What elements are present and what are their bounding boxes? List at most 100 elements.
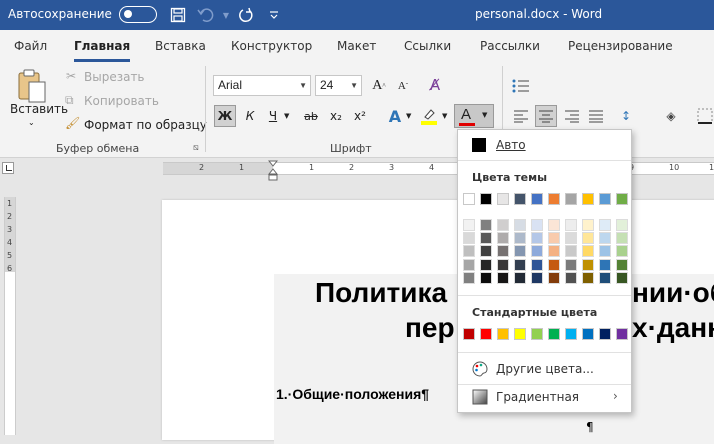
standard-color-swatch[interactable] [463,328,475,340]
theme-shade-swatch[interactable] [497,271,509,284]
theme-shade-swatch[interactable] [514,219,526,231]
theme-shade-swatch[interactable] [599,232,611,245]
theme-shade-swatch[interactable] [599,258,611,271]
theme-shade-swatch[interactable] [548,245,560,258]
tab-selector[interactable] [2,162,14,174]
theme-shade-swatch[interactable] [616,219,628,231]
theme-shade-swatch[interactable] [582,271,594,284]
theme-color-swatch[interactable] [565,193,577,205]
clipboard-launcher-icon[interactable]: ⧅ [193,143,199,153]
bold-button[interactable]: Ж [214,105,236,127]
underline-button[interactable]: Ч [264,105,282,127]
standard-color-swatch[interactable] [565,328,577,340]
tab-3[interactable]: Конструктор [231,39,312,53]
auto-color-item[interactable]: Авто [458,134,631,156]
bullets-icon[interactable] [510,75,532,97]
theme-shade-swatch[interactable] [599,245,611,258]
paste-icon[interactable] [12,66,52,106]
paste-dropdown-icon[interactable]: ⌄ [28,118,35,127]
theme-color-swatch[interactable] [599,193,611,205]
theme-shade-swatch[interactable] [565,271,577,284]
theme-shade-swatch[interactable] [531,232,543,245]
highlight-icon[interactable] [418,105,440,127]
document-title-line1-end[interactable]: нии·об [632,277,714,309]
align-left-icon[interactable] [510,105,532,127]
font-color-button[interactable]: A ▼ [454,104,494,128]
theme-color-swatch[interactable] [616,193,628,205]
theme-shade-swatch[interactable] [616,232,628,245]
align-right-icon[interactable] [561,105,583,127]
theme-color-swatch[interactable] [548,193,560,205]
theme-color-swatch[interactable] [531,193,543,205]
standard-color-swatch[interactable] [497,328,509,340]
theme-shade-swatch[interactable] [565,245,577,258]
theme-shade-swatch[interactable] [616,258,628,271]
theme-shade-swatch[interactable] [565,258,577,271]
gradient-item[interactable]: Градиентная › [458,386,631,408]
theme-shade-swatch[interactable] [548,232,560,245]
autosave-toggle[interactable] [119,6,157,23]
theme-shade-swatch[interactable] [565,232,577,245]
theme-shade-swatch[interactable] [599,219,611,231]
clear-formatting-icon[interactable]: A̸ [424,74,446,96]
save-icon[interactable] [168,5,188,25]
tab-6[interactable]: Рассылки [480,39,540,53]
theme-shade-swatch[interactable] [582,245,594,258]
theme-shade-swatch[interactable] [480,232,492,245]
theme-shade-swatch[interactable] [582,219,594,231]
theme-shade-swatch[interactable] [463,271,475,284]
standard-color-swatch[interactable] [616,328,628,340]
theme-color-swatch[interactable] [514,193,526,205]
tab-0[interactable]: Файл [14,39,47,53]
redo-icon[interactable] [236,5,256,25]
italic-button[interactable]: К [240,105,260,127]
cut-button[interactable]: Вырезать [84,70,145,84]
justify-icon[interactable] [585,105,607,127]
theme-shade-swatch[interactable] [582,232,594,245]
tab-1[interactable]: Главная [74,39,131,62]
document-heading[interactable]: 1.·Общие·положения¶ [276,386,429,402]
standard-color-swatch[interactable] [480,328,492,340]
theme-shade-swatch[interactable] [616,245,628,258]
document-title-line1[interactable]: Политика [315,277,447,309]
document-title-line2-end[interactable]: х·данн [632,312,714,344]
theme-shade-swatch[interactable] [548,219,560,231]
more-colors-item[interactable]: Другие цвета... [458,358,631,380]
paste-label[interactable]: Вставить [10,102,68,116]
text-effects-dropdown-icon[interactable]: ▼ [406,112,411,120]
theme-shade-swatch[interactable] [514,232,526,245]
superscript-button[interactable]: x² [350,105,370,127]
theme-shade-swatch[interactable] [514,258,526,271]
standard-color-swatch[interactable] [531,328,543,340]
subscript-button[interactable]: x₂ [326,105,346,127]
undo-icon[interactable] [196,5,216,25]
theme-shade-swatch[interactable] [616,271,628,284]
borders-icon[interactable] [694,105,714,127]
align-center-icon[interactable] [535,105,557,127]
theme-shade-swatch[interactable] [497,258,509,271]
theme-shade-swatch[interactable] [463,245,475,258]
theme-shade-swatch[interactable] [480,258,492,271]
theme-color-swatch[interactable] [497,193,509,205]
theme-shade-swatch[interactable] [531,245,543,258]
theme-shade-swatch[interactable] [463,219,475,231]
tab-4[interactable]: Макет [337,39,376,53]
line-spacing-icon[interactable]: ↕ [615,105,637,127]
theme-shade-swatch[interactable] [514,245,526,258]
theme-color-swatch[interactable] [463,193,475,205]
theme-shade-swatch[interactable] [514,271,526,284]
theme-shade-swatch[interactable] [480,271,492,284]
highlight-dropdown-icon[interactable]: ▼ [442,112,447,120]
theme-shade-swatch[interactable] [463,232,475,245]
document-title-line2[interactable]: пер [405,312,455,344]
theme-shade-swatch[interactable] [497,245,509,258]
strikethrough-button[interactable]: ab [300,105,322,127]
undo-dropdown-icon[interactable]: ▼ [216,5,236,25]
shading-icon[interactable]: ◈ [660,105,682,127]
theme-shade-swatch[interactable] [599,271,611,284]
indent-marker[interactable] [267,160,279,182]
theme-shade-swatch[interactable] [480,245,492,258]
theme-shade-swatch[interactable] [480,219,492,231]
theme-shade-swatch[interactable] [463,258,475,271]
customize-toolbar-icon[interactable] [264,5,284,25]
